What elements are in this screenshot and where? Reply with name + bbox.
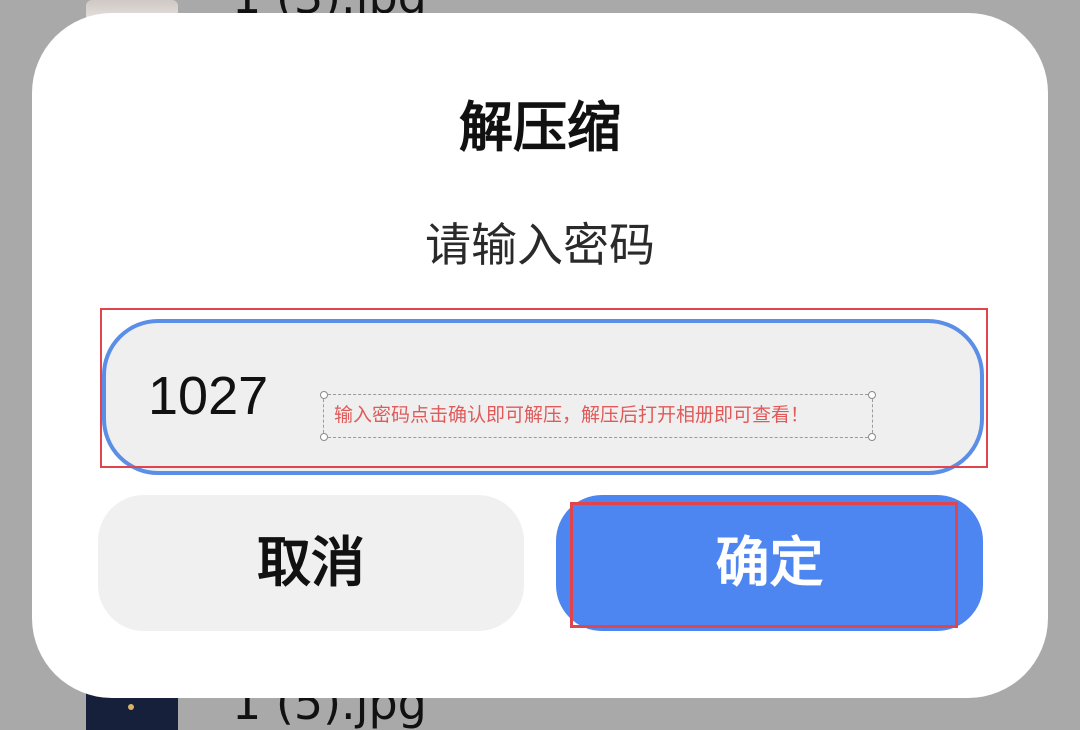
thumbnail-dot	[128, 704, 134, 710]
resize-handle	[868, 433, 876, 441]
dialog-subtitle: 请输入密码	[425, 218, 655, 272]
confirm-button[interactable]: 确定	[556, 495, 983, 631]
annotation-text: 输入密码点击确认即可解压，解压后打开相册即可查看！	[334, 404, 810, 426]
confirm-button-label: 确定	[715, 531, 824, 594]
decompress-dialog: 解压缩 请输入密码 1027 取消 确定	[32, 13, 1048, 698]
cancel-button-label: 取消	[257, 531, 365, 594]
dialog-title: 解压缩	[459, 96, 621, 159]
resize-handle	[868, 391, 876, 399]
resize-handle	[320, 433, 328, 441]
cancel-button[interactable]: 取消	[98, 495, 524, 631]
annotation-box: 输入密码点击确认即可解压，解压后打开相册即可查看！	[320, 391, 876, 441]
resize-handle	[320, 391, 328, 399]
password-value[interactable]: 1027	[148, 369, 268, 423]
